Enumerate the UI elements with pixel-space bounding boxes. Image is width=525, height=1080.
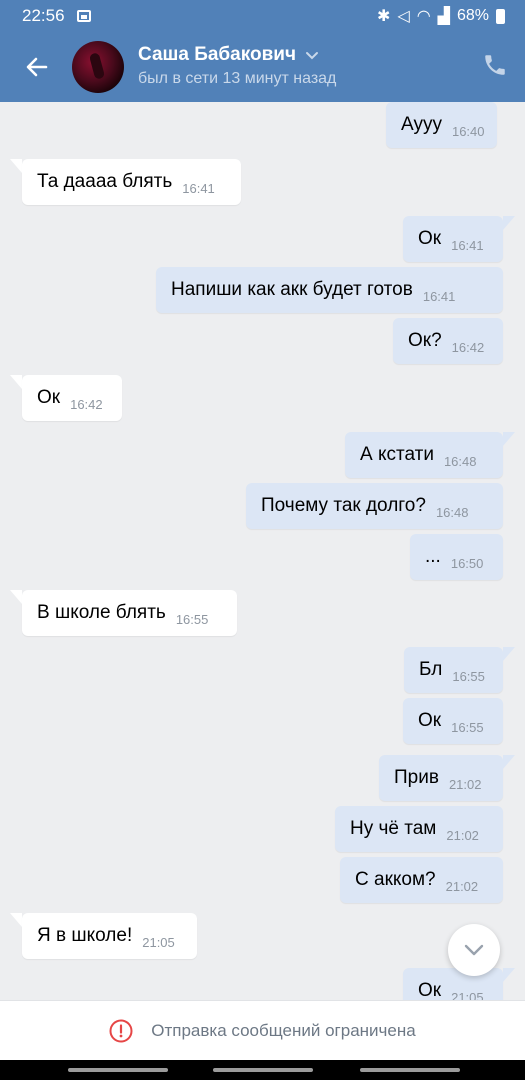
message-bubble-outgoing[interactable]: А кстати 16:48 xyxy=(345,432,503,478)
message-time: 21:05 xyxy=(142,934,175,950)
status-time: 22:56 xyxy=(22,6,65,25)
message-text: Бл xyxy=(419,659,443,680)
battery-icon xyxy=(496,8,505,24)
bubble-tail xyxy=(503,432,515,446)
message-time: 16:42 xyxy=(70,396,103,412)
gallery-notification-icon xyxy=(76,10,91,22)
message-time: 21:05 xyxy=(451,989,484,1001)
message-bubble-outgoing[interactable]: Ок 16:41 xyxy=(403,216,503,262)
message-time: 16:40 xyxy=(451,123,485,139)
message-time: 16:41 xyxy=(451,237,484,253)
message-time: 16:55 xyxy=(452,668,485,684)
message-bubble-incoming[interactable]: Я в школе! 21:05 xyxy=(22,913,197,959)
message-time: 16:55 xyxy=(451,719,484,735)
message-time: 16:50 xyxy=(450,555,484,571)
message-time: 16:55 xyxy=(175,611,209,627)
message-text: Напиши как акк будет готов xyxy=(171,279,413,300)
mute-icon: ◁ xyxy=(397,8,410,25)
bubble-tail xyxy=(503,216,515,230)
message-text: Ок xyxy=(37,387,61,408)
status-bar: 22:56 ✱ ◁ ◠ ▟ 68% xyxy=(0,0,525,32)
message-bubble-outgoing[interactable]: Почему так долго? 16:48 xyxy=(246,483,503,529)
message-time: 16:42 xyxy=(451,339,485,355)
message-text: А кстати xyxy=(360,444,434,465)
message-bubble-outgoing[interactable]: Ок 16:55 xyxy=(403,698,503,744)
message-text: Ок xyxy=(418,228,442,249)
bluetooth-icon: ✱ xyxy=(376,8,391,25)
message-time: 16:41 xyxy=(182,180,215,196)
message-text: С акком? xyxy=(355,869,436,890)
message-bubble-outgoing[interactable]: С акком? 21:02 xyxy=(340,857,503,903)
message-text: Та даааа блять xyxy=(37,171,173,192)
nav-recents-handle[interactable] xyxy=(68,1068,168,1072)
message-bubble-incoming[interactable]: В школе блять 16:55 xyxy=(22,590,237,636)
message-text: В школе блять xyxy=(37,602,166,623)
chevron-down-icon[interactable] xyxy=(305,48,319,62)
message-text: Аууу xyxy=(401,114,442,135)
scroll-down-button[interactable] xyxy=(448,924,500,976)
message-text: Почему так долго? xyxy=(261,495,426,516)
contact-last-seen: был в сети 13 минут назад xyxy=(138,70,337,87)
message-time: 21:02 xyxy=(445,878,479,894)
message-text: Ок xyxy=(418,980,442,1000)
message-time: 21:02 xyxy=(446,827,479,843)
message-bubble-outgoing[interactable]: ... 16:50 xyxy=(410,534,503,580)
bubble-tail xyxy=(503,647,515,661)
avatar[interactable] xyxy=(72,41,124,93)
message-bubble-outgoing[interactable]: Ну чё там 21:02 xyxy=(335,806,503,852)
bubble-tail xyxy=(503,755,515,769)
nav-back-handle[interactable] xyxy=(360,1068,460,1072)
message-text: Ну чё там xyxy=(350,818,437,839)
message-bubble-outgoing[interactable]: Ок 21:05 xyxy=(403,968,503,1000)
message-time: 16:48 xyxy=(435,504,469,520)
system-navigation-bar xyxy=(0,1060,525,1080)
nav-home-handle[interactable] xyxy=(213,1068,313,1072)
message-text: Прив xyxy=(394,767,439,788)
restriction-notice: Отправка сообщений ограничена xyxy=(151,1020,416,1040)
scroll-down-icon xyxy=(464,944,484,956)
message-bubble-outgoing[interactable]: Прив 21:02 xyxy=(379,755,503,801)
back-arrow-icon xyxy=(26,57,48,77)
message-text: Ок xyxy=(418,710,442,731)
message-bubble-incoming[interactable]: Та даааа блять 16:41 xyxy=(22,159,241,205)
bubble-tail xyxy=(10,590,22,604)
message-bubble-outgoing[interactable]: Аууу 16:40 xyxy=(386,102,497,148)
messaging-restricted-bar: Отправка сообщений ограничена xyxy=(0,1000,525,1060)
signal-icon: ▟ xyxy=(437,8,450,25)
message-text: Ок? xyxy=(408,330,442,351)
message-text: ... xyxy=(425,546,441,567)
message-bubble-incoming[interactable]: Ок 16:42 xyxy=(22,375,122,421)
bubble-tail xyxy=(10,913,22,927)
message-bubble-outgoing[interactable]: Напиши как акк будет готов 16:41 xyxy=(156,267,503,313)
message-bubble-outgoing[interactable]: Бл 16:55 xyxy=(404,647,503,693)
bubble-tail xyxy=(10,159,22,173)
phone-icon[interactable] xyxy=(482,52,508,78)
warning-icon xyxy=(109,1019,133,1042)
bubble-tail xyxy=(503,968,515,982)
message-time: 16:48 xyxy=(443,453,477,469)
chat-header: Саша Бабакович был в сети 13 минут назад xyxy=(0,32,525,102)
message-time: 21:02 xyxy=(448,776,482,792)
wifi-icon: ◠ xyxy=(416,8,431,25)
message-bubble-outgoing[interactable]: Ок? 16:42 xyxy=(393,318,503,364)
contact-name[interactable]: Саша Бабакович xyxy=(138,44,296,66)
message-text: Я в школе! xyxy=(37,925,133,946)
battery-level: 68% xyxy=(456,7,489,24)
message-list[interactable]: Аууу 16:40 Та даааа блять 16:41 Ок 16:41… xyxy=(0,102,525,1000)
message-time: 16:41 xyxy=(422,288,456,304)
bubble-tail xyxy=(10,375,22,389)
back-button[interactable] xyxy=(20,50,54,84)
